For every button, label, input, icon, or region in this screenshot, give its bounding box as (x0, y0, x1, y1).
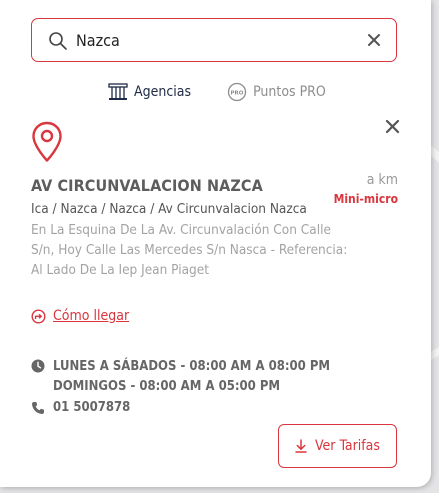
tab-agencias[interactable]: Agencias (108, 83, 191, 101)
agency-phone: 01 5007878 (31, 400, 130, 415)
hours-row: LUNES A SÁBADOS - 08:00 AM A 08:00 PM (31, 356, 330, 376)
agency-category-badge: Mini-micro (333, 192, 398, 206)
arrow-down-icon (295, 439, 307, 453)
hours-row: DOMINGOS - 08:00 AM A 05:00 PM (31, 376, 330, 396)
clock-icon (31, 359, 45, 373)
agency-panel: Agencias PRO Puntos PRO AV CIRCUNVALACIO… (0, 0, 431, 487)
location-pin-icon (32, 121, 62, 162)
close-icon[interactable] (385, 119, 400, 134)
directions-icon (31, 308, 46, 324)
agency-distance: a km (366, 172, 398, 188)
directions-link[interactable]: Cómo llegar (31, 308, 129, 324)
svg-text:PRO: PRO (231, 90, 244, 96)
tab-puntos-pro-label: Puntos PRO (253, 84, 326, 100)
search-icon (49, 32, 67, 50)
opening-hours: LUNES A SÁBADOS - 08:00 AM A 08:00 PM DO… (31, 356, 330, 396)
agency-location-path: Ica / Nazca / Nazca / Av Circunvalacion … (31, 201, 307, 217)
location-type-tabs: Agencias PRO Puntos PRO (108, 81, 326, 103)
pro-badge-icon: PRO (227, 82, 247, 102)
hours-sundays: DOMINGOS - 08:00 AM A 05:00 PM (53, 378, 281, 394)
tab-agencias-label: Agencias (134, 84, 192, 100)
view-rates-button[interactable]: Ver Tarifas (278, 424, 397, 468)
tab-puntos-pro[interactable]: PRO Puntos PRO (227, 82, 326, 102)
view-rates-label: Ver Tarifas (315, 438, 380, 454)
phone-number: 01 5007878 (53, 400, 131, 415)
building-icon (108, 83, 128, 100)
directions-link-label: Cómo llegar (53, 308, 130, 324)
clear-search-icon[interactable] (366, 32, 382, 48)
hours-weekdays: LUNES A SÁBADOS - 08:00 AM A 08:00 PM (53, 358, 331, 374)
agency-name: AV CIRCUNVALACION NAZCA (31, 176, 263, 195)
search-box (31, 18, 397, 62)
phone-icon (32, 401, 44, 414)
search-input[interactable] (76, 28, 356, 52)
agency-reference: En La Esquina De La Av. Circunvalación C… (31, 222, 348, 278)
